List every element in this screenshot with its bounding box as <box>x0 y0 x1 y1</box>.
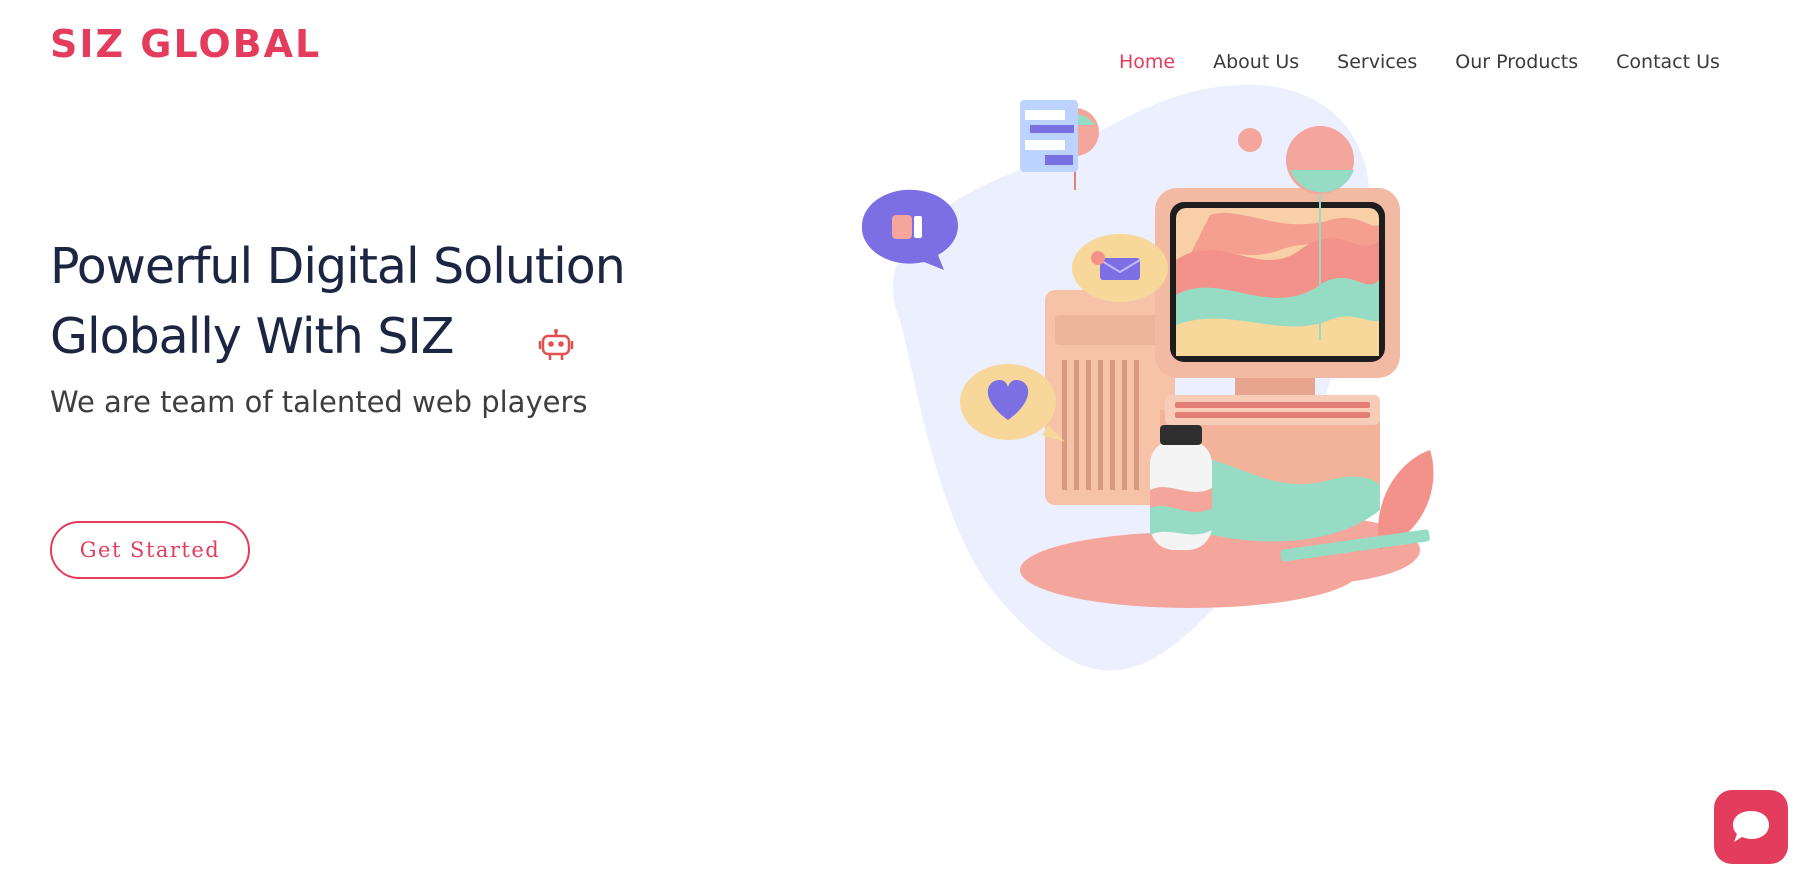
keyboard <box>1165 395 1380 425</box>
nav-link-about-us[interactable]: About Us <box>1194 48 1318 76</box>
robot-icon <box>538 329 574 360</box>
nav-link-home[interactable]: Home <box>1100 48 1194 76</box>
chat-widget-button[interactable] <box>1714 790 1788 864</box>
get-started-button[interactable]: Get Started <box>50 521 250 579</box>
main-nav: Home About Us Services Our Products Cont… <box>1100 48 1798 76</box>
chat-bubble-icon <box>1733 811 1769 842</box>
hero-title: Powerful Digital Solution Globally With … <box>50 238 626 365</box>
nav-link-our-products[interactable]: Our Products <box>1436 48 1597 76</box>
hero-illustration <box>861 84 1434 671</box>
nav-link-contact-us[interactable]: Contact Us <box>1597 48 1739 76</box>
hero-subtitle: We are team of talented web players <box>50 385 588 419</box>
nav-link-services[interactable]: Services <box>1318 48 1436 76</box>
site-logo[interactable]: SIZ GLOBAL <box>50 22 321 66</box>
